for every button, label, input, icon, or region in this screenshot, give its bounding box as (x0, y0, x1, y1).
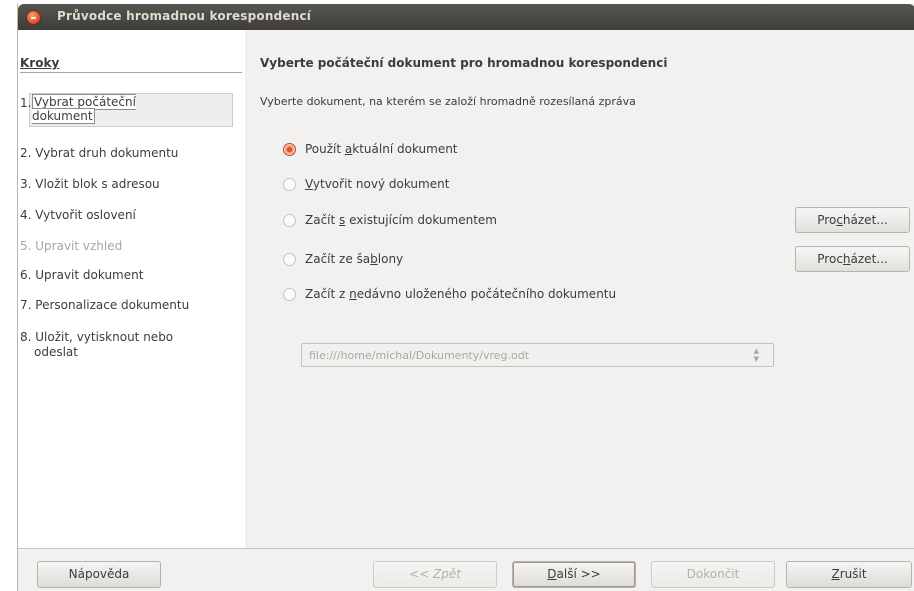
radio-start-from-template[interactable]: Začít ze šablony (283, 250, 403, 268)
radio-label: Začít ze šablony (305, 252, 404, 266)
radio-use-current-document[interactable]: Použít aktuální dokument (283, 140, 458, 158)
sidebar-item-personalize[interactable]: 7. Personalizace dokumentu (20, 298, 189, 313)
recent-document-select[interactable]: file:///home/michal/Dokumenty/vreg.odt ▲… (301, 343, 774, 367)
wizard-window: Průvodce hromadnou korespondencí Kroky 1… (17, 4, 914, 591)
radio-button[interactable] (283, 252, 296, 266)
steps-divider (20, 72, 242, 73)
radio-label: Začít s existujícím dokumentem (305, 213, 497, 227)
back-button: << Zpět (373, 561, 497, 588)
radio-start-recent-document[interactable]: Začít z nedávno uloženého počátečního do… (283, 285, 616, 303)
radio-create-new-document[interactable]: Vytvořit nový dokument (283, 175, 449, 193)
sidebar-item-number: 1. (20, 96, 32, 110)
next-button[interactable]: Další >> (512, 561, 636, 588)
steps-sidebar: Kroky 1. Vybrat počáteční dokument 2. Vy… (18, 30, 245, 548)
sidebar-item-address-block[interactable]: 3. Vložit blok s adresou (20, 177, 160, 192)
cancel-button[interactable]: Zrušit (786, 561, 912, 588)
browse-template-button[interactable]: Procházet... (795, 246, 910, 272)
radio-start-existing-document[interactable]: Začít s existujícím dokumentem (283, 211, 497, 229)
sidebar-item-select-start-document[interactable]: Vybrat počáteční dokument (32, 94, 182, 124)
page-description: Vyberte dokument, na kterém se založí hr… (260, 95, 636, 108)
main-panel: Vyberte počáteční dokument pro hromadnou… (245, 30, 914, 548)
recent-document-path: file:///home/michal/Dokumenty/vreg.odt (309, 349, 530, 362)
radio-button[interactable] (283, 177, 296, 191)
sidebar-item-adjust-layout: 5. Upravit vzhled (20, 239, 123, 253)
browse-existing-button[interactable]: Procházet... (795, 207, 910, 233)
finish-button: Dokončit (651, 561, 775, 588)
radio-label: Začít z nedávno uloženého počátečního do… (305, 287, 617, 301)
help-button[interactable]: Nápověda (37, 561, 161, 588)
sidebar-item-salutation[interactable]: 4. Vytvořit oslovení (20, 208, 136, 223)
sidebar-item-label: Vybrat počáteční dokument (32, 94, 136, 124)
sidebar-item-save-print-send[interactable]: 8. Uložit, vytisknout nebo odeslat (20, 330, 215, 360)
window-title: Průvodce hromadnou korespondencí (57, 9, 312, 23)
radio-label: Použít aktuální dokument (305, 142, 458, 156)
radio-button[interactable] (283, 287, 296, 301)
radio-button[interactable] (283, 213, 296, 227)
page-title: Vyberte počáteční dokument pro hromadnou… (260, 56, 668, 70)
spin-arrows-icon: ▲ ▼ (753, 347, 759, 363)
radio-button[interactable] (283, 142, 296, 156)
sidebar-item-edit-document[interactable]: 6. Upravit dokument (20, 268, 143, 283)
close-icon[interactable] (26, 10, 41, 25)
sidebar-item-label: 8. Uložit, vytisknout nebo odeslat (20, 330, 174, 359)
sidebar-item-document-type[interactable]: 2. Vybrat druh dokumentu (20, 146, 178, 161)
steps-header: Kroky (20, 56, 60, 70)
title-bar: Průvodce hromadnou korespondencí (18, 4, 914, 30)
footer-divider (18, 548, 914, 549)
radio-label: Vytvořit nový dokument (305, 177, 450, 191)
